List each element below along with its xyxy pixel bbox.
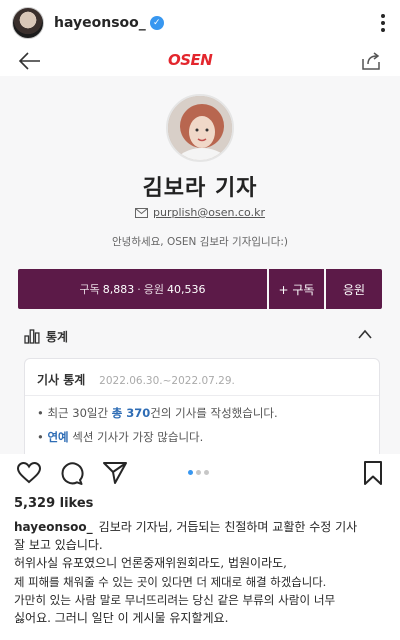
carousel-dot-active xyxy=(188,470,193,475)
subscribers-label: 구독 xyxy=(79,283,100,296)
caption-line: 김보라 기자님, 거듭되는 친절하며 교활한 수정 기사 xyxy=(98,520,358,534)
carousel-indicator xyxy=(188,470,209,475)
reporter-email-row[interactable]: purplish@osen.co.kr xyxy=(0,206,400,219)
post-header: hayeonsoo_ ✓ xyxy=(0,0,400,46)
bookmark-icon[interactable] xyxy=(360,460,386,486)
mail-icon xyxy=(135,207,149,218)
stats-line-section: • 연예 섹션 기사가 가장 많습니다. xyxy=(37,430,204,444)
caption-line: 잘 보고 있습니다. xyxy=(14,538,103,553)
support-label: 응원 xyxy=(143,283,164,296)
share-icon[interactable] xyxy=(360,50,382,72)
more-options-icon[interactable] xyxy=(380,14,386,32)
post-image[interactable]: OSEN 김보라 기자 purplish@osen.co.kr 안녕하세요, O… xyxy=(0,46,400,454)
carousel-dot xyxy=(196,470,201,475)
osen-top-bar: OSEN xyxy=(0,46,400,76)
reporter-name: 김보라 기자 xyxy=(142,176,258,201)
article-stats-card: 기사 통계 2022.06.30.~2022.07.29. • 최근 30일간 … xyxy=(24,358,380,454)
bar-chart-icon xyxy=(24,328,40,344)
chevron-up-icon[interactable] xyxy=(358,329,372,339)
likes-count[interactable]: 5,329 likes xyxy=(14,496,93,511)
stats-line-total: • 최근 30일간 총 370건의 기사를 작성했습니다. xyxy=(37,406,278,420)
comment-icon[interactable] xyxy=(58,460,84,486)
card-divider xyxy=(25,395,379,396)
caption-line: 허위사실 유포였으니 언론중재위원회라도, 법원이라도, xyxy=(14,556,287,571)
stats-section-title: 통계 xyxy=(46,329,69,344)
post-caption: hayeonsoo_ 김보라 기자님, 거듭되는 친절하며 교활한 수정 기사 잘… xyxy=(14,518,390,627)
osen-logo: OSEN xyxy=(168,51,213,69)
caption-line: 가만히 있는 사람 말로 무너뜨리려는 당신 같은 부류의 사람이 너무 xyxy=(14,592,336,607)
post-username[interactable]: hayeonsoo_ xyxy=(54,15,146,31)
reporter-email[interactable]: purplish@osen.co.kr xyxy=(153,206,265,219)
support-count: 40,536 xyxy=(167,282,206,296)
user-avatar[interactable] xyxy=(12,7,44,39)
post-action-bar xyxy=(0,454,400,490)
heart-icon[interactable] xyxy=(16,460,42,486)
subscribers-count: 8,883 xyxy=(102,282,135,296)
caption-line: 제 피해를 채워줄 수 있는 곳이 있다면 더 제대로 해결 하겠습니다. xyxy=(14,574,327,589)
carousel-dot xyxy=(204,470,209,475)
caption-line: 싫어요. 그러니 일단 이 게시물 유지할게요. xyxy=(14,611,229,626)
cheer-button[interactable]: 응원 xyxy=(326,269,382,309)
subscribe-button[interactable]: + 구독 xyxy=(269,269,324,309)
caption-username[interactable]: hayeonsoo_ xyxy=(14,520,93,534)
send-icon[interactable] xyxy=(102,460,128,486)
stats-card-title: 기사 통계 xyxy=(37,373,86,387)
stats-section-header[interactable]: 통계 xyxy=(24,326,376,346)
back-arrow-icon[interactable] xyxy=(18,50,42,72)
subscription-stats: 구독 8,883 · 응원 40,536 xyxy=(18,269,267,309)
verified-badge-icon: ✓ xyxy=(149,16,164,30)
subscription-bar: 구독 8,883 · 응원 40,536 + 구독 응원 xyxy=(18,269,382,309)
reporter-greeting: 안녕하세요, OSEN 김보라 기자입니다:) xyxy=(112,236,288,248)
stats-period: 2022.06.30.~2022.07.29. xyxy=(99,375,235,387)
reporter-photo xyxy=(166,94,234,162)
